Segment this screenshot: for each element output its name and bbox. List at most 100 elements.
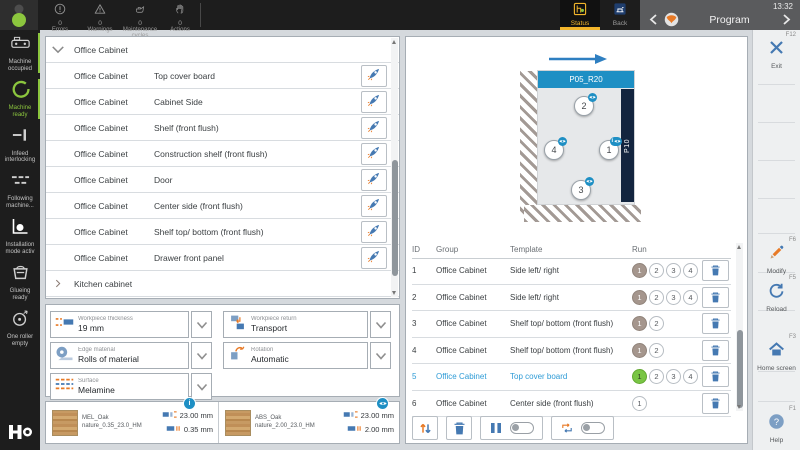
scroll-down-icon[interactable] xyxy=(392,291,396,295)
warning-icon xyxy=(94,2,106,20)
group-row-kitchen-cabinet[interactable]: Kitchen cabinet xyxy=(46,271,399,297)
setting-dropdown-button[interactable] xyxy=(370,342,391,369)
nav-prev-icon[interactable] xyxy=(646,14,660,25)
run-table-row[interactable]: 1Office CabinetSide left/ right1234 xyxy=(412,258,731,285)
eye-badge-icon[interactable] xyxy=(585,177,594,186)
start-template-button[interactable] xyxy=(361,221,387,243)
delete-button[interactable] xyxy=(446,416,472,440)
run-circle-open[interactable]: 2 xyxy=(649,290,664,305)
run-circle-open[interactable]: 4 xyxy=(683,263,698,278)
sort-button[interactable] xyxy=(412,416,438,440)
setting-dropdown-button[interactable] xyxy=(191,311,212,338)
eye-badge-icon[interactable] xyxy=(376,397,389,410)
template-row[interactable]: Office CabinetDoor xyxy=(46,167,399,193)
table-scroll-down-icon[interactable] xyxy=(737,405,741,409)
counter-errors[interactable]: 0Errors xyxy=(40,0,80,30)
delete-row-button[interactable] xyxy=(702,313,729,334)
delete-row-button[interactable] xyxy=(702,366,729,387)
start-template-button[interactable] xyxy=(361,117,387,139)
list-scroll-thumb[interactable] xyxy=(392,160,398,277)
setting-dropdown-button[interactable] xyxy=(191,373,212,400)
run-table-row[interactable]: 3Office CabinetShelf top/ bottom (front … xyxy=(412,311,731,338)
delete-row-button[interactable] xyxy=(702,393,729,414)
counter-maintenance-cycles[interactable]: 0Maintenance cycles xyxy=(120,0,160,30)
run-circle-open[interactable]: 2 xyxy=(649,316,664,331)
template-row[interactable]: Office CabinetDrawer front panel xyxy=(46,245,399,271)
info-badge-icon[interactable]: i xyxy=(183,397,196,410)
run-table-row[interactable]: 5Office CabinetTop cover board1234 xyxy=(412,364,731,391)
edge-program-top[interactable]: P05_R20 xyxy=(538,71,634,88)
start-template-button[interactable] xyxy=(361,195,387,217)
workpiece-position-2[interactable]: 2 xyxy=(574,96,594,116)
start-template-button[interactable] xyxy=(361,143,387,165)
status-button[interactable]: Status xyxy=(560,0,600,30)
template-row[interactable]: Office CabinetConstruction shelf (front … xyxy=(46,141,399,167)
back-button[interactable]: Back xyxy=(600,0,640,30)
setting-field[interactable]: Workpiece thickness19 mm xyxy=(50,311,189,338)
run-circle-open[interactable]: 4 xyxy=(683,290,698,305)
run-circle-open[interactable]: 2 xyxy=(649,369,664,384)
run-circle-open[interactable]: 3 xyxy=(666,290,681,305)
run-circle-open[interactable]: 3 xyxy=(666,263,681,278)
table-scroll-thumb[interactable] xyxy=(737,330,743,407)
material-card[interactable]: ABS_Oak nature_2.00_23.0_HM23.00 mm2.00 … xyxy=(219,402,399,443)
run-circle-done[interactable]: 1 xyxy=(632,263,647,278)
run-circle-open[interactable]: 2 xyxy=(649,343,664,358)
fkey-modify[interactable]: F6Modify xyxy=(753,237,800,275)
template-row[interactable]: Office CabinetTop cover board xyxy=(46,63,399,89)
template-row[interactable]: Office CabinetCabinet Side xyxy=(46,89,399,115)
run-table-row[interactable]: 2Office CabinetSide left/ right1234 xyxy=(412,285,731,312)
delete-row-button[interactable] xyxy=(702,287,729,308)
run-circle-open[interactable]: 3 xyxy=(666,369,681,384)
setting-field[interactable]: Edge materialRolls of material xyxy=(50,342,189,369)
delete-row-button[interactable] xyxy=(702,340,729,361)
workpiece-position-3[interactable]: 3 xyxy=(571,180,591,200)
fkey-help[interactable]: F1?Help xyxy=(753,406,800,444)
scroll-up-icon[interactable] xyxy=(392,40,396,44)
eye-badge-icon[interactable] xyxy=(558,137,567,146)
fkey-reload[interactable]: F5Reload xyxy=(753,275,800,313)
fkey-home-screen[interactable]: F3Home screen xyxy=(753,334,800,372)
start-template-button[interactable] xyxy=(361,169,387,191)
start-template-button[interactable] xyxy=(361,91,387,113)
pause-toggle[interactable] xyxy=(510,422,534,434)
template-row[interactable]: Office CabinetShelf top/ bottom (front f… xyxy=(46,219,399,245)
material-card[interactable]: MEL_Oak nature_0.35_23.0_HM23.00 mm0.35 … xyxy=(46,402,219,443)
run-circle-open[interactable]: 2 xyxy=(649,263,664,278)
run-table-row[interactable]: 4Office CabinetShelf top/ bottom (front … xyxy=(412,338,731,365)
user-avatar[interactable] xyxy=(0,0,38,30)
info-eye-badge-icon[interactable]: i xyxy=(610,137,622,146)
run-circle-active[interactable]: 1 xyxy=(632,369,647,384)
table-scroll-up-icon[interactable] xyxy=(737,245,741,249)
run-circle-done[interactable]: 1 xyxy=(632,290,647,305)
run-circle-done[interactable]: 1 xyxy=(632,343,647,358)
template-row[interactable]: Office CabinetShelf (front flush) xyxy=(46,115,399,141)
run-circle-open[interactable]: 1 xyxy=(632,396,647,411)
setting-field[interactable]: SurfaceMelamine xyxy=(50,373,189,400)
group-row-office-cabinet[interactable]: Office Cabinet xyxy=(46,37,399,63)
setting-dropdown-button[interactable] xyxy=(191,342,212,369)
counter-warnings[interactable]: 0Warnings xyxy=(80,0,120,30)
run-table-row[interactable]: 6Office CabinetCenter side (front flush)… xyxy=(412,391,731,418)
run-circle-open[interactable]: 4 xyxy=(683,369,698,384)
eye-badge-icon[interactable] xyxy=(588,93,597,102)
table-scrollbar[interactable] xyxy=(736,243,743,411)
workpiece-position-1[interactable]: 1i xyxy=(599,140,619,160)
counter-actions[interactable]: 0Actions xyxy=(160,0,200,30)
delete-row-button[interactable] xyxy=(702,260,729,281)
setting-field[interactable]: RotationAutomatic xyxy=(223,342,368,369)
template-row[interactable]: Office CabinetCenter side (front flush) xyxy=(46,193,399,219)
nav-next-icon[interactable] xyxy=(780,14,794,25)
globe-avatar-icon[interactable] xyxy=(664,12,679,27)
list-scrollbar[interactable] xyxy=(391,38,398,297)
start-template-button[interactable] xyxy=(361,65,387,87)
setting-field[interactable]: Workpiece returnTransport xyxy=(223,311,368,338)
edge-program-right[interactable]: P10 xyxy=(621,89,634,202)
start-template-button[interactable] xyxy=(361,247,387,269)
person-icon xyxy=(9,3,29,27)
loop-toggle[interactable] xyxy=(581,422,605,434)
fkey-exit[interactable]: F12Exit xyxy=(753,32,800,70)
run-circle-done[interactable]: 1 xyxy=(632,316,647,331)
workpiece-position-4[interactable]: 4 xyxy=(544,140,564,160)
setting-dropdown-button[interactable] xyxy=(370,311,391,338)
